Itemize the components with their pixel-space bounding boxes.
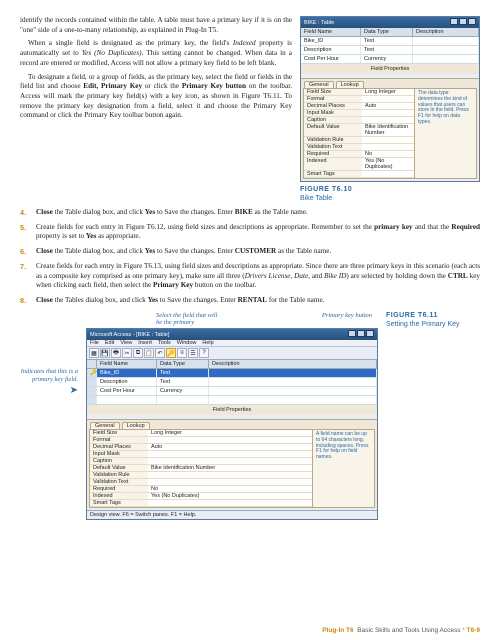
key-icon: 🔑: [87, 369, 97, 377]
figure-caption: FIGURE T6.10 Bike Table: [300, 186, 480, 202]
help-icon: ?: [199, 348, 209, 358]
window-controls[interactable]: [347, 330, 374, 339]
property-sheet[interactable]: Field SizeLong Integer Format Decimal Pl…: [90, 430, 312, 507]
property-hint: A field name can be up to 64 characters …: [312, 430, 374, 507]
grid-header: Field Name Data Type Description: [301, 28, 479, 37]
callouts: Select the field that will be the primar…: [86, 312, 378, 326]
figure-t6-10-window: BIKE : Table Field Name Data Type Descri…: [300, 16, 480, 182]
property-tabs[interactable]: General Lookup: [87, 420, 377, 429]
view-icon: ▦: [89, 348, 99, 358]
numbered-steps: 4.Close the Table dialog box, and click …: [20, 208, 480, 306]
undo-icon: ↶: [155, 348, 165, 358]
tab-general: General: [90, 422, 120, 429]
copy-icon: ⧉: [133, 348, 143, 358]
status-bar: Design view. F6 = Switch panes. F1 = Hel…: [87, 510, 377, 519]
figure-t6-11-window: Microsoft Access - [BIKE : Table] FileEd…: [86, 328, 378, 520]
table-row[interactable]: DescriptionText: [301, 46, 479, 55]
title-bar: Microsoft Access - [BIKE : Table]: [87, 329, 377, 340]
table-row[interactable]: Bike_IDText: [301, 37, 479, 46]
figure-caption: FIGURE T6.11 Setting the Primary Key: [386, 312, 480, 520]
window-title: Microsoft Access - [BIKE : Table]: [90, 332, 169, 338]
title-bar: BIKE : Table: [301, 17, 479, 28]
minimize-icon: [348, 330, 356, 337]
window-controls[interactable]: [449, 18, 476, 27]
table-row[interactable]: [87, 396, 377, 405]
field-properties-label: Field Properties: [301, 64, 479, 74]
tab-lookup: Lookup: [336, 81, 364, 88]
table-row[interactable]: DescriptionText: [87, 378, 377, 387]
arrow-right-icon: ➤: [20, 385, 78, 397]
property-hint: The data type determines the kind of val…: [414, 89, 476, 178]
grid-header: Field Name Data Type Description: [87, 360, 377, 369]
table-row[interactable]: 🔑Bike_IDText: [87, 369, 377, 378]
callout-indicates: Indicates that this is a primary key fie…: [20, 312, 78, 520]
indexes-icon: ≡: [177, 348, 187, 358]
primary-key-button[interactable]: 🔑: [166, 348, 176, 358]
window-title: BIKE : Table: [304, 20, 334, 26]
print-icon: 🖶: [111, 348, 121, 358]
maximize-icon: [459, 18, 467, 25]
page-footer: Plug-In T6 Basic Skills and Tools Using …: [322, 627, 480, 634]
paste-icon: 📋: [144, 348, 154, 358]
property-tabs[interactable]: General Lookup: [301, 79, 479, 88]
save-icon: 💾: [100, 348, 110, 358]
body-text: identify the records contained within th…: [20, 16, 292, 202]
tab-lookup: Lookup: [122, 422, 150, 429]
field-properties-label: Field Properties: [87, 405, 377, 415]
tab-general: General: [304, 81, 334, 88]
properties-icon: ☰: [188, 348, 198, 358]
minimize-icon: [450, 18, 458, 25]
menu-bar[interactable]: FileEditViewInsertToolsWindowHelp: [87, 340, 377, 347]
close-icon: [468, 18, 476, 25]
close-icon: [366, 330, 374, 337]
table-row[interactable]: Cost Per HourCurrency: [87, 387, 377, 396]
toolbar[interactable]: ▦ 💾 🖶 ✂ ⧉ 📋 ↶ 🔑 ≡ ☰ ?: [87, 347, 377, 360]
table-row[interactable]: Cost Per HourCurrency: [301, 55, 479, 64]
maximize-icon: [357, 330, 365, 337]
cut-icon: ✂: [122, 348, 132, 358]
property-sheet[interactable]: Field SizeLong Integer Format Decimal Pl…: [304, 89, 414, 178]
